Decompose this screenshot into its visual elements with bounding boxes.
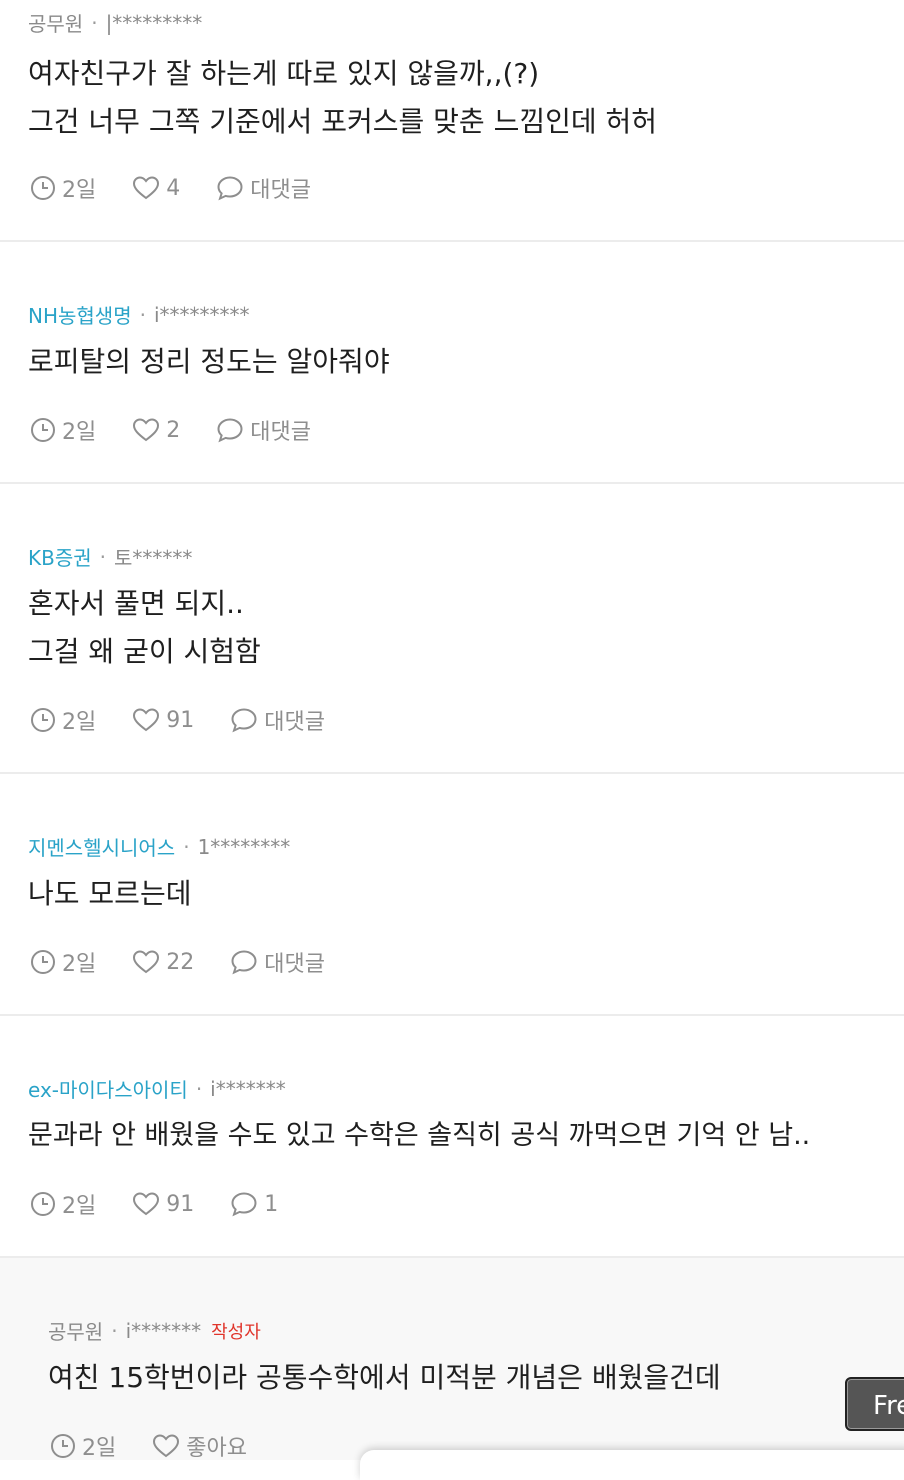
clock-icon	[31, 176, 55, 200]
reply-button[interactable]: 대댓글	[216, 172, 311, 204]
time-stamp: 2일	[50, 1430, 116, 1462]
reply-item: 공무원 · i******* 작성자 여친 15학번이라 공통수학에서 미적분 …	[0, 1258, 904, 1462]
comment-actions: 2일 4 대댓글	[30, 172, 347, 204]
comment-body: 여친 15학번이라 공통수학에서 미적분 개념은 배웠을건데	[48, 1354, 884, 1402]
meta-separator: ·	[139, 302, 146, 327]
like-button[interactable]: 4	[132, 175, 180, 201]
heart-icon	[133, 176, 160, 200]
heart-icon	[133, 1192, 160, 1216]
comment-line: 그걸 왜 굳이 시험함	[28, 635, 261, 668]
user-id: i*******	[210, 1076, 286, 1101]
comment-actions: 2일 91 대댓글	[30, 704, 361, 736]
heart-icon	[133, 418, 160, 442]
clock-icon	[51, 1434, 75, 1458]
comment-actions: 2일 22 대댓글	[30, 946, 361, 978]
user-id: |*********	[105, 10, 203, 35]
comment-body: 혼자서 풀면 되지.. 그걸 왜 굳이 시험함	[28, 580, 884, 676]
comment-body: 나도 모르는데	[28, 870, 884, 918]
company-name-link[interactable]: NH농협생명	[28, 300, 132, 329]
comment-meta: 공무원 · |*********	[28, 8, 202, 37]
user-id: i*********	[153, 302, 250, 327]
comment-item: ex-마이다스아이티 · i******* 문과라 안 배웠을 수도 있고 수학…	[0, 1016, 904, 1258]
company-name: 공무원	[48, 1320, 104, 1344]
comment-meta: KB증권 · 토******	[28, 542, 192, 571]
reply-count-button[interactable]: 1	[230, 1191, 278, 1217]
comment-actions: 2일 91 1	[30, 1188, 314, 1220]
comment-line: 여자친구가 잘 하는게 따로 있지 않을까,,(?)	[28, 57, 540, 90]
comment-meta: 공무원 · i******* 작성자	[48, 1316, 261, 1345]
comment-meta: ex-마이다스아이티 · i*******	[28, 1074, 286, 1103]
comment-item: 지멘스헬시니어스 · 1******** 나도 모르는데 2일 22 대댓글	[0, 774, 904, 1016]
comment-meta: NH농협생명 · i*********	[28, 300, 250, 329]
like-button[interactable]: 91	[132, 1191, 194, 1217]
company-name-link[interactable]: 지멘스헬시니어스	[28, 832, 175, 861]
comment-line: 그건 너무 그쪽 기준에서 포커스를 맞춘 느낌인데 허허	[28, 105, 658, 138]
comment-item: 공무원 · |********* 여자친구가 잘 하는게 따로 있지 않을까,,…	[0, 0, 904, 242]
like-button[interactable]: 2	[132, 417, 180, 443]
comment-line: 혼자서 풀면 되지..	[28, 587, 244, 620]
comment-meta: 지멘스헬시니어스 · 1********	[28, 832, 290, 861]
like-button[interactable]: 좋아요	[152, 1430, 247, 1462]
company-name-link[interactable]: KB증권	[28, 542, 92, 571]
company-name-link[interactable]: ex-마이다스아이티	[28, 1074, 188, 1103]
like-button[interactable]: 91	[132, 707, 194, 733]
time-stamp: 2일	[30, 946, 96, 978]
speech-bubble-icon	[231, 1192, 257, 1217]
clock-icon	[31, 1192, 55, 1216]
clock-icon	[31, 950, 55, 974]
floating-action-button[interactable]: Fre	[845, 1377, 904, 1431]
meta-separator: ·	[91, 10, 98, 35]
heart-icon	[133, 950, 160, 974]
speech-bubble-icon	[231, 708, 257, 733]
comment-body: 문과라 안 배웠을 수도 있고 수학은 솔직히 공식 까먹으면 기억 안 남..	[28, 1112, 884, 1160]
meta-separator: ·	[111, 1318, 118, 1343]
user-id: 토******	[114, 546, 193, 570]
comment-line: 문과라 안 배웠을 수도 있고 수학은 솔직히 공식 까먹으면 기억 안 남..	[28, 1120, 811, 1151]
comment-actions: 2일 좋아요	[50, 1430, 283, 1462]
comment-body: 여자친구가 잘 하는게 따로 있지 않을까,,(?) 그건 너무 그쪽 기준에서…	[28, 50, 884, 146]
company-name: 공무원	[28, 12, 84, 36]
clock-icon	[31, 708, 55, 732]
time-stamp: 2일	[30, 1188, 96, 1220]
reply-button[interactable]: 대댓글	[216, 414, 311, 446]
time-stamp: 2일	[30, 704, 96, 736]
reply-button[interactable]: 대댓글	[230, 704, 325, 736]
reply-button[interactable]: 대댓글	[230, 946, 325, 978]
comment-line: 나도 모르는데	[28, 877, 192, 910]
comment-item: KB증권 · 토****** 혼자서 풀면 되지.. 그걸 왜 굳이 시험함 2…	[0, 484, 904, 774]
meta-separator: ·	[183, 834, 190, 859]
time-stamp: 2일	[30, 414, 96, 446]
meta-separator: ·	[195, 1076, 203, 1101]
meta-separator: ·	[99, 544, 106, 569]
heart-icon	[153, 1434, 180, 1458]
comment-body: 로피탈의 정리 정도는 알아줘야	[28, 338, 884, 386]
speech-bubble-icon	[217, 418, 243, 443]
time-stamp: 2일	[30, 172, 96, 204]
comment-line: 여친 15학번이라 공통수학에서 미적분 개념은 배웠을건데	[48, 1361, 721, 1394]
heart-icon	[133, 708, 160, 732]
comment-actions: 2일 2 대댓글	[30, 414, 347, 446]
speech-bubble-icon	[231, 950, 257, 975]
comment-item: NH농협생명 · i********* 로피탈의 정리 정도는 알아줘야 2일 …	[0, 242, 904, 484]
user-id: 1********	[197, 834, 291, 859]
author-badge: 작성자	[211, 1321, 261, 1343]
clock-icon	[31, 418, 55, 442]
like-button[interactable]: 22	[132, 949, 194, 975]
user-id: i*******	[125, 1318, 202, 1343]
comment-line: 로피탈의 정리 정도는 알아줘야	[28, 345, 390, 378]
bottom-sheet-edge	[360, 1450, 904, 1480]
speech-bubble-icon	[217, 176, 243, 201]
